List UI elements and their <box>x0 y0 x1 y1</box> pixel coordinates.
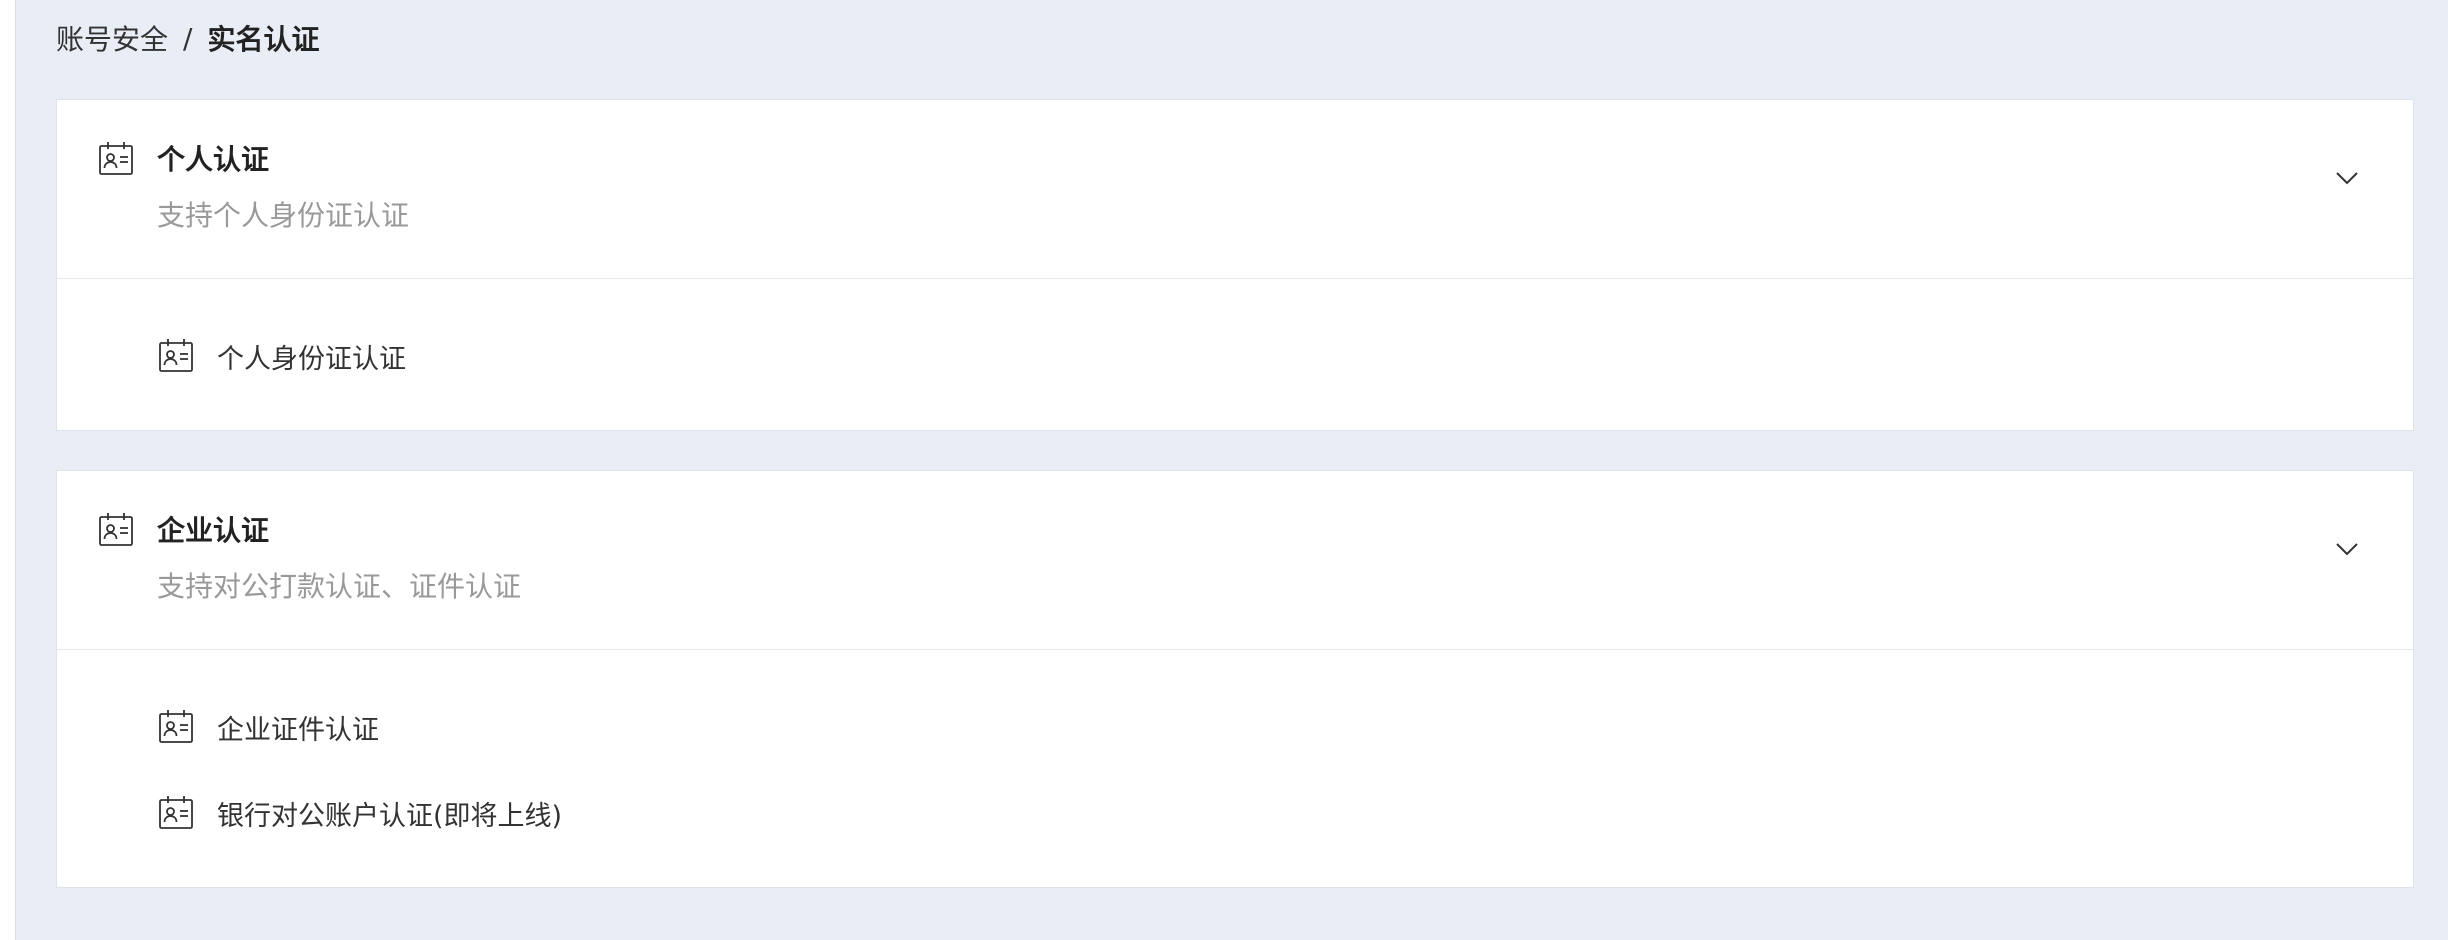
breadcrumb-current: 实名认证 <box>207 23 320 56</box>
id-card-icon <box>99 142 133 175</box>
breadcrumb: 账号安全 / 实名认证 <box>56 18 319 58</box>
breadcrumb-parent[interactable]: 账号安全 <box>56 18 168 58</box>
breadcrumb-separator: / <box>183 21 193 55</box>
id-card-icon <box>159 796 193 829</box>
chevron-down-icon[interactable] <box>2335 170 2359 186</box>
section-title: 企业认证 <box>157 514 270 547</box>
id-card-icon <box>99 513 133 546</box>
chevron-down-icon[interactable] <box>2335 541 2359 557</box>
option-enterprise-certificate-verification[interactable]: 企业证件认证 <box>157 707 379 747</box>
option-label: 个人身份证认证 <box>217 343 406 375</box>
section-subtitle: 支持对公打款认证、证件认证 <box>157 570 522 603</box>
option-label: 银行对公账户认证(即将上线) <box>217 800 563 832</box>
id-card-icon <box>159 339 193 372</box>
sidebar-edge <box>0 0 16 940</box>
enterprise-verification-panel: 企业认证 支持对公打款认证、证件认证 企业证件认证 银行对公账户认证(即将上线) <box>56 470 2414 888</box>
section-subtitle: 支持个人身份证认证 <box>157 199 410 232</box>
option-label: 企业证件认证 <box>217 714 379 746</box>
section-title: 个人认证 <box>157 143 270 176</box>
personal-verification-header[interactable]: 个人认证 支持个人身份证认证 <box>57 100 2413 279</box>
option-personal-id-verification[interactable]: 个人身份证认证 <box>157 336 406 376</box>
option-bank-account-verification[interactable]: 银行对公账户认证(即将上线) <box>157 793 562 833</box>
id-card-icon <box>159 710 193 743</box>
personal-verification-panel: 个人认证 支持个人身份证认证 个人身份证认证 <box>56 99 2414 431</box>
enterprise-verification-header[interactable]: 企业认证 支持对公打款认证、证件认证 <box>57 471 2413 650</box>
